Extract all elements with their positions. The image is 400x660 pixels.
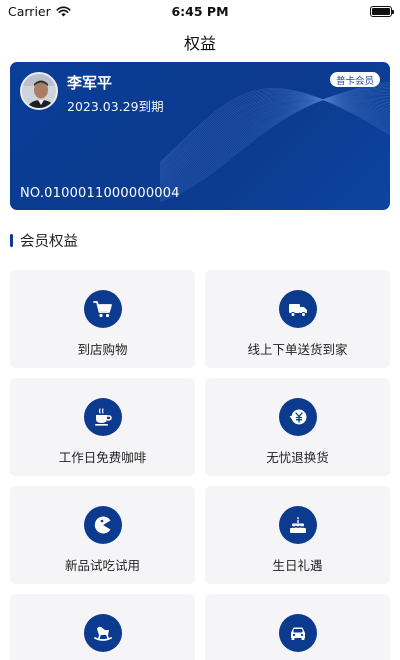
delivery-truck-icon	[278, 290, 317, 328]
benefit-tile-delivery[interactable]: 线上下单送货到家	[205, 270, 390, 368]
car-icon	[278, 614, 317, 652]
benefit-tile-parking[interactable]	[205, 594, 390, 660]
benefits-section-header: 会员权益	[10, 230, 78, 250]
battery-icon	[370, 5, 394, 17]
member-card-number: NO.0100011000000004	[20, 186, 180, 201]
birthday-cake-icon	[278, 506, 317, 544]
section-accent-bar	[10, 233, 13, 247]
carrier-group: Carrier	[8, 4, 71, 19]
rocking-horse-icon	[83, 614, 122, 652]
benefit-tile-shopping[interactable]: 到店购物	[10, 270, 195, 368]
benefit-tile-return[interactable]: 无忧退换货	[205, 378, 390, 476]
benefit-label: 无忧退换货	[266, 450, 329, 465]
benefit-label: 生日礼遇	[272, 558, 323, 573]
membership-card[interactable]: 李军平 2023.03.29到期 普卡会员 NO.010001100000000…	[10, 62, 390, 210]
benefit-label: 到店购物	[77, 342, 128, 357]
benefit-tile-trial[interactable]: 新品试吃试用	[10, 486, 195, 584]
carrier-label: Carrier	[8, 3, 51, 19]
benefit-label: 工作日免费咖啡	[58, 450, 147, 465]
section-title: 会员权益	[20, 233, 78, 250]
status-bar: Carrier 6:45 PM	[0, 0, 400, 22]
member-name: 李军平	[67, 74, 113, 92]
benefit-tile-kids[interactable]	[10, 594, 195, 660]
wifi-icon	[56, 6, 71, 16]
benefits-grid: 到店购物 线上下单送货到家 工作日免费咖啡 无忧退换货 新品试吃试用 生日礼遇	[10, 270, 390, 660]
benefit-tile-birthday[interactable]: 生日礼遇	[205, 486, 390, 584]
benefit-label: 线上下单送货到家	[247, 342, 348, 357]
shopping-cart-icon	[83, 290, 122, 328]
coffee-cup-icon	[83, 398, 122, 436]
benefit-label: 新品试吃试用	[64, 558, 140, 573]
avatar	[20, 72, 58, 110]
member-expiry: 2023.03.29到期	[67, 99, 164, 114]
yuan-exchange-icon	[278, 398, 317, 436]
nav-bar: 权益	[0, 22, 400, 62]
member-level-badge: 普卡会员	[329, 72, 380, 87]
page-title: 权益	[183, 34, 216, 53]
benefit-tile-coffee[interactable]: 工作日免费咖啡	[10, 378, 195, 476]
pacman-icon	[83, 506, 122, 544]
